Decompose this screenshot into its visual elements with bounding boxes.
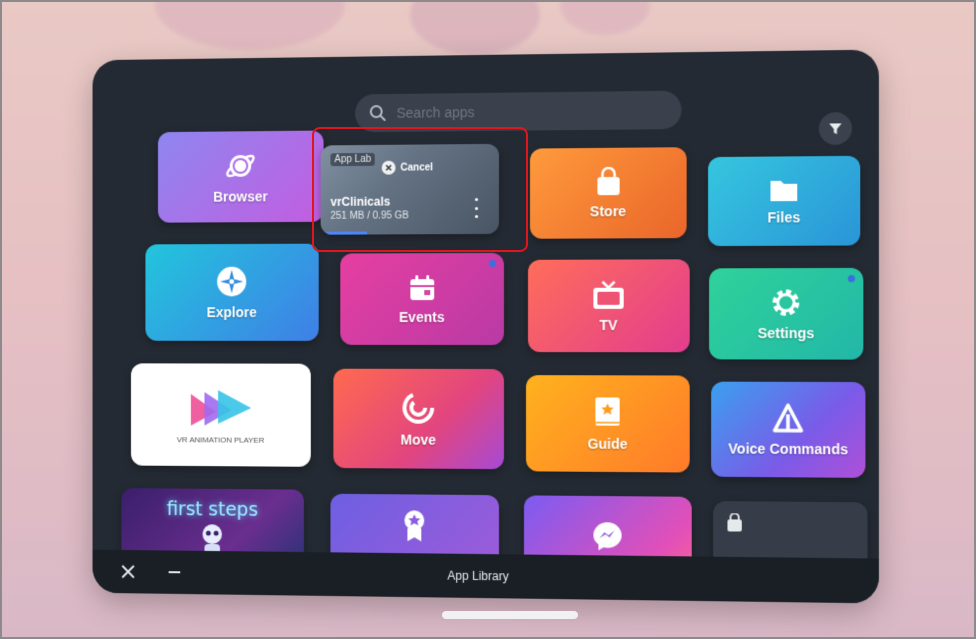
tile-tv[interactable]: TV (528, 259, 690, 352)
shopping-bag-icon (594, 167, 622, 197)
highlight-box (312, 127, 528, 252)
tile-events[interactable]: Events (340, 253, 504, 345)
tile-label: Store (590, 203, 626, 219)
tile-label: Browser (213, 188, 268, 204)
calendar-icon (407, 273, 437, 303)
folder-icon (768, 177, 799, 204)
tile-label: Move (401, 432, 436, 448)
tile-label: Explore (207, 304, 257, 320)
tile-label: Settings (758, 325, 815, 341)
tile-label: Guide (587, 436, 627, 452)
tile-guide[interactable]: Guide (526, 375, 690, 472)
notification-dot (489, 260, 496, 267)
search-input[interactable] (395, 101, 660, 122)
compass-icon (215, 265, 248, 299)
search-bar[interactable] (355, 91, 681, 133)
vr-animation-player-logo (187, 386, 255, 430)
tile-voice-commands[interactable]: Voice Commands (711, 382, 865, 478)
tile-label: Files (767, 209, 800, 225)
tile-vr-animation-player[interactable]: VR ANIMATION PLAYER (131, 363, 311, 466)
filter-button[interactable] (819, 112, 852, 145)
window-title: App Library (93, 564, 879, 588)
tile-label: VR ANIMATION PLAYER (177, 435, 264, 444)
tile-move[interactable]: Move (333, 369, 504, 469)
notification-dot (848, 275, 855, 282)
tile-label: first steps (167, 498, 258, 521)
gear-icon (769, 286, 802, 319)
shopping-bag-icon (725, 513, 743, 533)
tile-label: TV (599, 317, 617, 333)
voice-commands-icon (772, 402, 805, 435)
background-blob (410, 0, 540, 55)
tv-icon (591, 279, 625, 311)
messenger-icon (591, 520, 623, 553)
tile-files[interactable]: Files (708, 156, 860, 246)
move-ring-icon (400, 390, 436, 426)
tile-settings[interactable]: Settings (709, 268, 863, 360)
filter-icon (828, 121, 842, 135)
background-blob (560, 0, 650, 35)
bottom-bar: App Library (93, 550, 879, 604)
tile-label: Voice Commands (728, 440, 848, 457)
tile-explore[interactable]: Explore (145, 244, 318, 341)
background-blob (155, 0, 345, 50)
tile-store[interactable]: Store (530, 147, 687, 239)
tile-label: Events (399, 309, 445, 325)
window-drag-handle[interactable] (442, 611, 578, 619)
tile-browser[interactable]: Browser (158, 131, 324, 223)
award-icon (400, 508, 430, 542)
browser-icon (224, 149, 257, 183)
book-icon (592, 395, 622, 429)
search-icon (369, 104, 387, 122)
